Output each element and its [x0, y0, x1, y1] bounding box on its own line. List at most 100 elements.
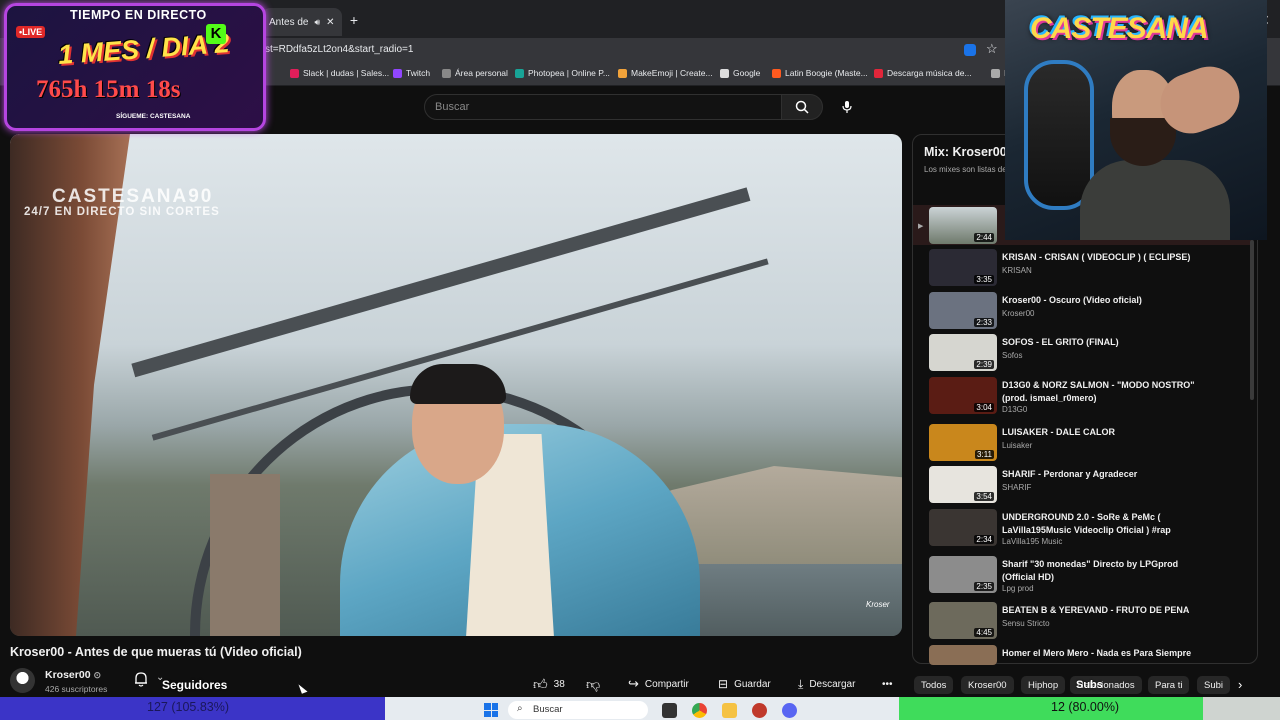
channel-name-text: Kroser00 — [45, 669, 91, 681]
browser-tab-active[interactable]: Antes de 🔊︎ ✕ — [262, 8, 342, 36]
playlist-item-title[interactable]: D13G0 & NORZ SALMON - "MODO NOSTRO" (pro… — [1002, 379, 1212, 404]
channel-avatar[interactable] — [10, 668, 35, 693]
channel-name[interactable]: Kroser00 ⊙ — [45, 669, 101, 681]
playlist-thumbnail[interactable]: 4:45 — [929, 602, 997, 639]
bookmark-item[interactable]: MakeEmoji | Create... — [618, 68, 713, 78]
filter-chip[interactable]: Hiphop — [1021, 676, 1066, 694]
task-view-icon[interactable] — [662, 703, 677, 718]
save-label: Guardar — [734, 678, 771, 690]
more-options-button[interactable]: ••• — [882, 675, 893, 693]
bookmark-item[interactable]: Latin Boogie (Maste... — [772, 68, 868, 78]
video-player[interactable]: CASTESANA90 24/7 EN DIRECTO SIN CORTES K… — [10, 134, 902, 636]
playlist-item-channel: Sofos — [1002, 351, 1023, 360]
bookmark-item[interactable]: Descarga música de... — [874, 68, 972, 78]
save-icon: ⊟ — [718, 677, 729, 691]
playlist-item-title[interactable]: Sharif "30 monedas" Directo by LPGprod (… — [1002, 558, 1212, 583]
filter-chip[interactable]: Para ti — [1148, 676, 1190, 694]
playlist-item-title[interactable]: LUISAKER - DALE CALOR — [1002, 426, 1212, 439]
playlist-item-channel: Sensu Stricto — [1002, 619, 1050, 628]
extension-icon[interactable] — [964, 44, 976, 56]
playlist-scrollbar[interactable] — [1250, 240, 1254, 400]
bookmark-favicon-icon — [515, 68, 524, 78]
search-button[interactable] — [781, 94, 823, 120]
live-badge: •LIVE — [16, 26, 46, 38]
save-button[interactable]: ⊟ Guardar — [718, 675, 771, 693]
notification-bell-button[interactable] — [132, 670, 150, 688]
like-button[interactable]: 👍︎ 38 — [533, 675, 565, 693]
stream-watermark-title: CASTESANA90 — [52, 186, 214, 207]
bookmark-item[interactable]: Google — [720, 68, 760, 78]
playlist-thumbnail[interactable]: 2:35 — [929, 556, 997, 593]
playlist-item-title[interactable]: Kroser00 - Oscuro (Video oficial) — [1002, 294, 1212, 307]
bookmark-item[interactable]: Photopea | Online P... — [515, 68, 610, 78]
like-count: 38 — [553, 678, 565, 690]
playlist-thumbnail[interactable]: 3:11 — [929, 424, 997, 461]
playlist-item-channel: Kroser00 — [1002, 309, 1035, 318]
close-tab-icon[interactable]: ✕ — [326, 17, 334, 28]
discord-icon[interactable] — [782, 703, 797, 718]
filter-chip[interactable]: Todos — [914, 676, 954, 694]
download-label: Descargar — [809, 678, 856, 690]
bookmark-favicon-icon — [991, 68, 1000, 78]
chevron-right-icon[interactable]: › — [1238, 677, 1242, 692]
bookmark-star-icon[interactable]: ☆ — [986, 41, 998, 57]
bookmark-favicon-icon — [874, 68, 883, 78]
dislike-button[interactable]: 👎︎ — [586, 675, 600, 693]
playlist-thumbnail[interactable]: 3:35 — [929, 249, 997, 286]
mix-title: Mix: Kroser00 — [924, 145, 1007, 159]
thumbs-down-icon: 👎︎ — [586, 675, 601, 692]
playlist-thumbnail[interactable]: 2:34 — [929, 509, 997, 546]
windows-start-icon[interactable] — [484, 703, 498, 717]
playlist-thumbnail[interactable]: 2:39 — [929, 334, 997, 371]
playlist-item-channel: KRISAN — [1002, 266, 1032, 275]
app-icon[interactable] — [752, 703, 767, 718]
download-button[interactable]: ⤓ Descargar — [798, 675, 855, 693]
share-label: Compartir — [644, 678, 689, 690]
bookmark-label: Latin Boogie (Maste... — [785, 68, 868, 78]
bookmark-item[interactable]: Slack | dudas | Sales... — [290, 68, 389, 78]
bookmark-favicon-icon — [442, 68, 451, 78]
new-tab-button[interactable]: + — [346, 12, 362, 28]
playlist-item-channel: Lpg prod — [1002, 584, 1034, 593]
bookmark-label: MakeEmoji | Create... — [631, 68, 713, 78]
speaker-icon[interactable]: 🔊︎ — [314, 17, 320, 28]
bookmark-item[interactable]: Área personal — [442, 68, 508, 78]
streamer-body — [1080, 160, 1230, 240]
download-icon: ⤓ — [798, 676, 804, 691]
playlist-thumbnail[interactable] — [929, 645, 997, 665]
video-duration: 2:39 — [974, 360, 994, 369]
video-duration: 2:33 — [974, 318, 994, 327]
followers-goal-text: 127 (105.83%) — [147, 700, 230, 714]
playlist-item-title[interactable]: SOFOS - EL GRITO (FINAL) — [1002, 336, 1212, 349]
graffiti-logo: CASTESANA — [1030, 12, 1209, 45]
playlist-thumbnail[interactable]: 3:54 — [929, 466, 997, 503]
bookmark-favicon-icon — [393, 68, 402, 78]
voice-search-button[interactable] — [834, 94, 860, 120]
url-text[interactable]: st=RDdfa5zLt2on4&start_radio=1 — [265, 44, 413, 55]
video-duration: 2:34 — [974, 535, 994, 544]
video-duration: 3:54 — [974, 492, 994, 501]
taskbar-search[interactable]: ⌕ Buscar — [508, 701, 648, 719]
playlist-item-title[interactable]: SHARIF - Perdonar y Agradecer — [1002, 468, 1212, 481]
filter-chip[interactable]: Kroser00 — [961, 676, 1014, 694]
playlist-item-title[interactable]: KRISAN - CRISAN ( VIDEOCLIP ) ( ECLIPSE) — [1002, 251, 1212, 264]
live-time-heading: TIEMPO EN DIRECTO — [70, 8, 207, 22]
chrome-icon[interactable] — [692, 703, 707, 718]
search-input[interactable]: Buscar — [424, 94, 782, 120]
playlist-item-title[interactable]: BEATEN B & YEREVAND - FRUTO DE PENA — [1002, 604, 1212, 617]
share-button[interactable]: ↪ Compartir — [628, 675, 689, 693]
bookmark-item[interactable]: Twitch — [393, 68, 430, 78]
playlist-thumbnail[interactable]: 2:33 — [929, 292, 997, 329]
playlist-item-title[interactable]: Homer el Mero Mero - Nada es Para Siempr… — [1002, 647, 1212, 660]
playlist-item-title[interactable]: UNDERGROUND 2.0 - SoRe & PeMc ( LaVilla1… — [1002, 511, 1212, 536]
video-duration: 3:04 — [974, 403, 994, 412]
filter-chip[interactable]: Subi — [1197, 676, 1231, 694]
playlist-thumbnail[interactable]: 3:04 — [929, 377, 997, 414]
more-icon: ••• — [882, 678, 893, 690]
bookmark-label: Photopea | Online P... — [528, 68, 610, 78]
file-explorer-icon[interactable] — [722, 703, 737, 718]
stream-watermark-subtitle: 24/7 EN DIRECTO SIN CORTES — [24, 206, 220, 218]
bookmark-favicon-icon — [618, 68, 627, 78]
video-duration: 2:35 — [974, 582, 994, 591]
current-thumbnail[interactable]: 2:44 — [929, 207, 997, 244]
